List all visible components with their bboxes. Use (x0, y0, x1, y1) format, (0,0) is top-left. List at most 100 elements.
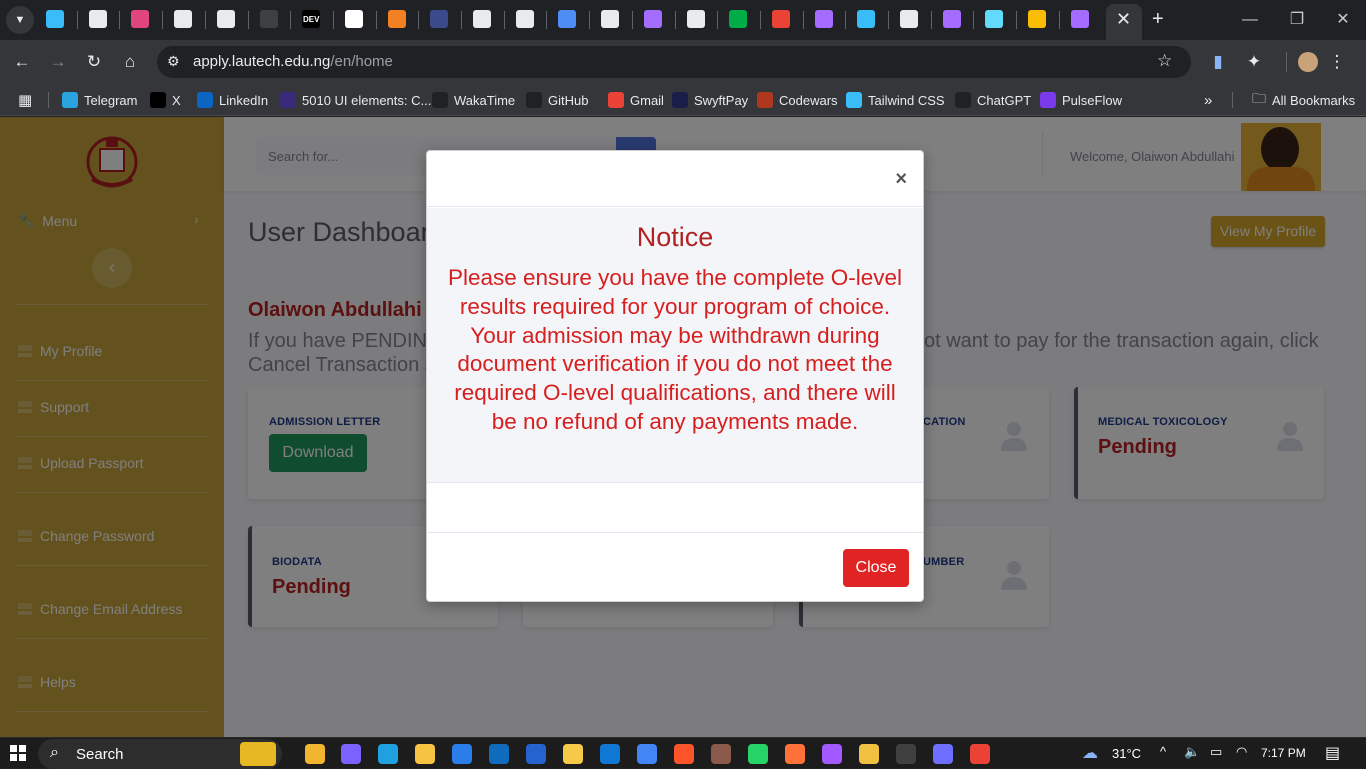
all-bookmarks-folder[interactable]: 🗀 All Bookmarks (1252, 90, 1355, 110)
meet-icon[interactable] (729, 10, 748, 28)
react-icon[interactable] (985, 10, 1004, 28)
site-info-icon[interactable]: ⚙ (167, 53, 180, 70)
page-icon[interactable] (686, 10, 705, 28)
taskbar-search-box[interactable]: ⌕ Search (38, 739, 282, 769)
tray-chevron-icon[interactable]: ^ (1160, 744, 1166, 759)
modal-title: Notice (636, 222, 714, 252)
tab-separator (845, 11, 847, 29)
more-bookmarks-icon[interactable]: » (1204, 90, 1212, 110)
react-icon[interactable] (131, 10, 150, 28)
close-button[interactable]: Close (843, 549, 909, 587)
vite-icon[interactable] (1070, 10, 1089, 28)
file-explorer-icon[interactable] (415, 744, 435, 764)
vscode-icon[interactable] (600, 744, 620, 764)
copilot-icon[interactable] (341, 744, 361, 764)
active-tab[interactable]: ✕ (1106, 4, 1142, 40)
menu-kebab-icon[interactable]: ⋮ (1325, 50, 1349, 74)
windows-start-icon[interactable] (10, 745, 26, 761)
chatgpt-icon (955, 92, 971, 108)
vercel-icon[interactable] (344, 10, 363, 28)
terminal-icon[interactable] (896, 744, 916, 764)
git-icon[interactable] (563, 744, 583, 764)
close-icon[interactable]: × (895, 169, 907, 189)
close-window-icon[interactable]: ✕ (1331, 8, 1355, 32)
tab-search-button[interactable]: ▼ (6, 6, 34, 34)
tailwind-icon[interactable] (46, 10, 64, 28)
edge-icon[interactable] (378, 744, 398, 764)
chatgpt-icon[interactable] (473, 10, 491, 28)
app-icon[interactable] (859, 744, 879, 764)
google-icon[interactable] (771, 10, 790, 28)
bookmark-star-icon[interactable]: ☆ (1157, 51, 1172, 71)
bookmark-item[interactable]: WakaTime (432, 90, 515, 110)
bookmark-item[interactable]: Codewars (757, 90, 838, 110)
whatsapp-icon[interactable] (748, 744, 768, 764)
swyftpay-icon (672, 92, 688, 108)
bookmark-item[interactable]: PulseFlow (1040, 90, 1122, 110)
reload-icon[interactable]: ↻ (82, 50, 106, 74)
bookmark-label: GitHub (548, 92, 589, 108)
vite-icon[interactable] (942, 10, 961, 28)
extension-icon[interactable]: ▮ (1206, 50, 1230, 74)
minimize-icon[interactable]: — (1238, 8, 1262, 32)
forward-icon[interactable]: → (46, 50, 70, 74)
brave-icon[interactable] (674, 744, 694, 764)
blank-icon[interactable] (259, 10, 278, 28)
notification-icon[interactable]: ▤ (1325, 743, 1340, 763)
figma-icon[interactable] (822, 744, 842, 764)
tab-separator (162, 11, 164, 29)
page-icon[interactable] (174, 10, 193, 28)
todo-icon[interactable] (526, 744, 546, 764)
gemini-icon[interactable] (558, 10, 577, 28)
chrome-icon[interactable] (970, 744, 990, 764)
page-icon[interactable] (900, 10, 918, 28)
restore-icon[interactable]: ❐ (1285, 8, 1309, 32)
mail-icon[interactable] (489, 744, 509, 764)
new-tab-icon[interactable]: + (1152, 8, 1164, 31)
vite-icon[interactable] (643, 10, 662, 28)
bookmark-item[interactable]: GitHub (526, 90, 588, 110)
clock-icon[interactable] (216, 10, 235, 28)
dev-icon[interactable]: DEV (302, 10, 321, 28)
extensions-puzzle-icon[interactable]: ✦ (1242, 50, 1266, 74)
firefox-icon[interactable] (785, 744, 805, 764)
bookmark-item[interactable]: 5010 UI elements: C... (280, 90, 431, 110)
bookmark-item[interactable]: LinkedIn (197, 90, 268, 110)
volume-icon[interactable]: 🔈 (1184, 744, 1200, 760)
app-icon[interactable] (711, 744, 731, 764)
vite-icon[interactable] (814, 10, 833, 28)
battery-icon[interactable]: ▭ (1210, 744, 1222, 760)
weather-temp[interactable]: 31°C (1112, 746, 1141, 761)
tab-separator (546, 11, 548, 29)
bookmark-item[interactable]: X (150, 90, 181, 110)
bookmark-item[interactable]: ChatGPT (955, 90, 1031, 110)
chrome-icon[interactable] (637, 744, 657, 764)
page-icon[interactable] (88, 10, 107, 28)
linkedin-icon (197, 92, 213, 108)
tailwind-icon[interactable] (857, 10, 876, 28)
bookmark-item[interactable]: SwyftPay (672, 90, 748, 110)
bookmark-item[interactable]: Telegram (62, 90, 137, 110)
clock-time[interactable]: 7:17 PM (1261, 746, 1306, 760)
drive-icon[interactable] (1028, 10, 1047, 28)
astro-icon[interactable] (430, 10, 449, 28)
stackoverflow-icon[interactable] (387, 10, 406, 28)
media-icon[interactable] (933, 744, 953, 764)
wifi-icon[interactable]: ◠ (1236, 744, 1247, 760)
store-icon[interactable] (452, 744, 472, 764)
chatgpt-icon[interactable] (515, 10, 534, 28)
widgets-icon[interactable] (305, 744, 325, 764)
close-tab-icon[interactable]: ✕ (1116, 9, 1131, 30)
profile-avatar-icon[interactable] (1298, 52, 1318, 72)
modal-header: × (427, 151, 923, 207)
bookmark-item[interactable]: Tailwind CSS (846, 90, 945, 110)
bookmark-item[interactable]: Gmail (608, 90, 664, 110)
browser-toolbar: ← → ↻ ⌂ ⚙ apply.lautech.edu.ng/en/home ☆… (0, 40, 1366, 84)
apps-grid-icon[interactable]: ▦ (18, 90, 32, 110)
github-icon[interactable] (601, 10, 620, 28)
home-icon[interactable]: ⌂ (118, 50, 142, 74)
windows-taskbar: ⌕ Search ☁ 31°C ^ 🔈 ▭ ◠ 7:17 PM ▤ (0, 737, 1366, 769)
address-bar[interactable]: ⚙ apply.lautech.edu.ng/en/home ☆ (157, 46, 1191, 78)
back-icon[interactable]: ← (10, 50, 34, 74)
github-icon (526, 92, 542, 108)
